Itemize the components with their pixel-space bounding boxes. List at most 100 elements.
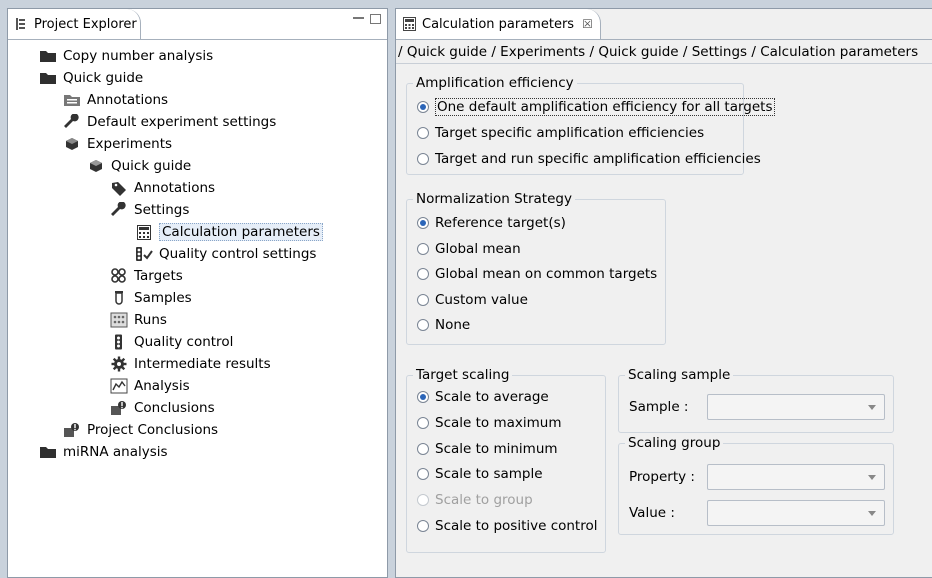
- radio-button[interactable]: [417, 319, 429, 331]
- radio-button[interactable]: [417, 242, 429, 255]
- tree-item[interactable]: Calculation parameters: [135, 221, 323, 243]
- radio-label: Scale to minimum: [435, 440, 558, 457]
- gear-icon: [110, 356, 128, 372]
- radio-button[interactable]: [417, 217, 429, 229]
- tree-item[interactable]: Experiments: [63, 133, 172, 155]
- value-label: Value :: [629, 505, 675, 521]
- group-title: Target scaling: [413, 367, 513, 383]
- tree-item[interactable]: Annotations: [63, 89, 168, 111]
- radio-option[interactable]: One default amplification efficiency for…: [417, 96, 775, 118]
- radio-button[interactable]: [417, 293, 429, 306]
- tree-item-label: Quick guide: [63, 70, 144, 86]
- annotations-icon: [63, 92, 81, 108]
- radio-button[interactable]: [417, 416, 429, 429]
- radio-option[interactable]: Scale to minimum: [417, 438, 558, 460]
- radio-option[interactable]: Custom value: [417, 289, 528, 311]
- close-icon[interactable]: ☒: [582, 17, 593, 31]
- radio-button[interactable]: [417, 153, 429, 165]
- tree-item[interactable]: Samples: [110, 287, 192, 309]
- tree-item[interactable]: Quick guide: [39, 67, 143, 89]
- chart-icon: [110, 378, 128, 394]
- radio-option[interactable]: Scale to positive control: [417, 515, 598, 537]
- tree-item[interactable]: Annotations: [110, 177, 215, 199]
- radio-button[interactable]: [417, 520, 429, 532]
- tab-calculation-parameters[interactable]: Calculation parameters ☒: [396, 9, 601, 39]
- tag-icon: [110, 180, 128, 196]
- tree-item[interactable]: Settings: [110, 199, 189, 221]
- radio-button[interactable]: [417, 268, 429, 280]
- group-title: Scaling group: [625, 435, 724, 451]
- minimize-button[interactable]: [353, 17, 364, 23]
- tree-item[interactable]: Quality control settings: [135, 243, 316, 265]
- radio-button[interactable]: [417, 101, 429, 113]
- normalization-strategy-group: Normalization Strategy Reference target(…: [406, 191, 666, 345]
- calculator-icon: [135, 224, 153, 240]
- tree-item[interactable]: Quality control: [110, 331, 233, 353]
- property-label: Property :: [629, 469, 695, 485]
- radio-option[interactable]: Scale to maximum: [417, 412, 561, 434]
- tree-item[interactable]: Quick guide: [87, 155, 191, 177]
- tree-item[interactable]: Project Conclusions: [63, 419, 218, 441]
- radio-label: Global mean: [435, 240, 521, 257]
- targets-icon: [110, 268, 128, 284]
- tree-item-label: Runs: [134, 312, 167, 328]
- tree-item-label: Samples: [134, 290, 192, 306]
- radio-label: Scale to sample: [435, 466, 543, 483]
- radio-option[interactable]: None: [417, 314, 470, 336]
- radio-button[interactable]: [417, 391, 429, 403]
- tree-item[interactable]: Analysis: [110, 375, 190, 397]
- radio-option[interactable]: Target and run specific amplification ef…: [417, 148, 761, 170]
- property-combo[interactable]: [707, 464, 885, 490]
- tree-item[interactable]: miRNA analysis: [39, 441, 168, 463]
- sample-combo[interactable]: [707, 394, 885, 420]
- tree-item[interactable]: Conclusions: [110, 397, 215, 419]
- tree-item-label: Default experiment settings: [87, 114, 277, 130]
- tab-bar-divider: [396, 39, 932, 40]
- radio-label: Target specific amplification efficienci…: [435, 125, 705, 141]
- tab-bar-divider: [8, 39, 387, 40]
- wrench-icon: [110, 202, 128, 218]
- tree-item[interactable]: Intermediate results: [110, 353, 271, 375]
- radio-option[interactable]: Target specific amplification efficienci…: [417, 122, 704, 144]
- value-combo[interactable]: [707, 500, 885, 526]
- radio-option: Scale to group: [417, 489, 533, 511]
- traffic-light-icon: [110, 334, 128, 350]
- radio-option[interactable]: Scale to average: [417, 386, 549, 408]
- sample-label: Sample :: [629, 399, 689, 415]
- radio-option[interactable]: Reference target(s): [417, 212, 566, 234]
- tree-item[interactable]: Default experiment settings: [63, 111, 276, 133]
- tree-item[interactable]: Targets: [110, 265, 183, 287]
- wrench-icon: [63, 114, 81, 130]
- radio-button[interactable]: [417, 468, 429, 481]
- tree-item-label: Calculation parameters: [159, 223, 323, 241]
- tree-item-label: Quality control settings: [159, 246, 317, 262]
- radio-label: Scale to average: [435, 389, 549, 405]
- tab-label: Calculation parameters: [422, 16, 575, 32]
- radio-label: One default amplification efficiency for…: [435, 98, 775, 116]
- tree-item-label: Quality control: [134, 334, 234, 350]
- tab-project-explorer[interactable]: Project Explorer: [8, 9, 141, 39]
- scaling-group-group: Scaling group Property : Value :: [618, 435, 894, 535]
- radio-label: Scale to group: [435, 492, 533, 509]
- target-scaling-group: Target scaling Scale to average Scale to …: [406, 367, 606, 553]
- radio-option[interactable]: Global mean on common targets: [417, 263, 657, 285]
- radio-label: Target and run specific amplification ef…: [435, 151, 761, 167]
- maximize-button[interactable]: [370, 14, 381, 24]
- radio-label: Custom value: [435, 291, 528, 308]
- radio-label: Scale to positive control: [435, 518, 598, 534]
- tree-item-label: Annotations: [87, 92, 169, 108]
- radio-button[interactable]: [417, 442, 429, 455]
- breadcrumb: / Quick guide / Experiments / Quick guid…: [398, 44, 919, 60]
- radio-option[interactable]: Global mean: [417, 238, 521, 260]
- chevron-down-icon: [868, 405, 876, 410]
- tree-item-label: Copy number analysis: [63, 48, 214, 64]
- sample-field-row: Sample :: [629, 394, 688, 420]
- radio-button[interactable]: [417, 127, 429, 139]
- tree-item-label: Project Conclusions: [87, 422, 219, 438]
- tree-item-label: Conclusions: [134, 400, 215, 416]
- tree-item[interactable]: Copy number analysis: [39, 45, 213, 67]
- radio-option[interactable]: Scale to sample: [417, 463, 543, 485]
- project-explorer-icon: [14, 17, 28, 31]
- tree-item[interactable]: Runs: [110, 309, 167, 331]
- tree-item-label: Experiments: [87, 136, 173, 152]
